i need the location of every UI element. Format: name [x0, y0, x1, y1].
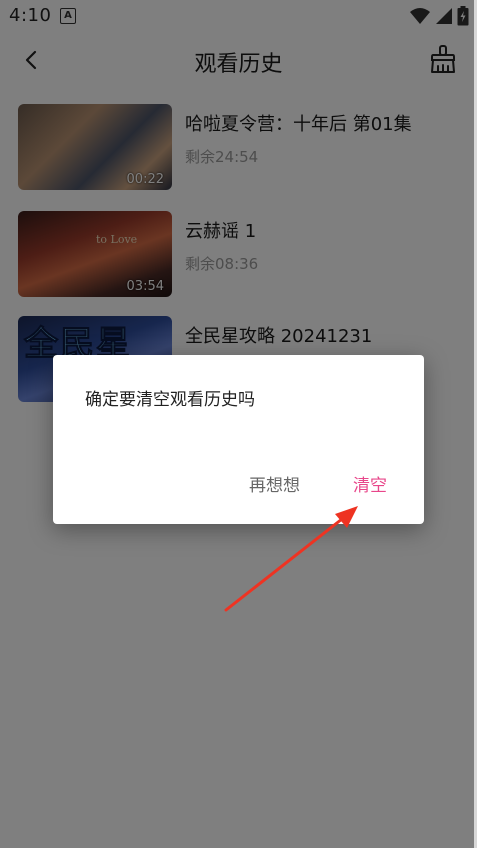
clear-history-dialog: 确定要清空观看历史吗 再想想 清空 [53, 355, 424, 524]
screen: 4:10 A 观看历史 [0, 0, 477, 848]
cancel-button[interactable]: 再想想 [249, 471, 300, 496]
confirm-clear-button[interactable]: 清空 [353, 471, 387, 496]
dialog-message: 确定要清空观看历史吗 [85, 390, 255, 410]
